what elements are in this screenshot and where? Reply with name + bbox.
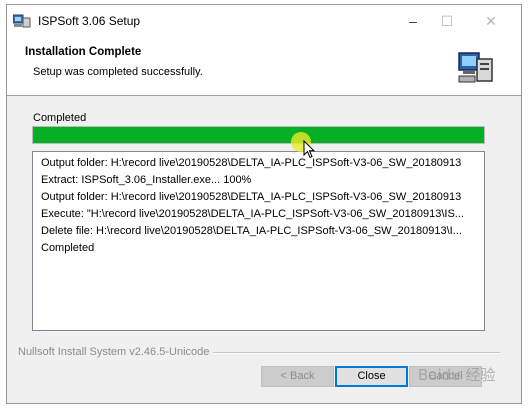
log-line: Output folder: H:\record live\20190528\D…: [41, 157, 462, 169]
mouse-cursor-icon: [303, 140, 315, 159]
installer-computer-icon: [13, 14, 31, 28]
back-button[interactable]: < Back: [261, 366, 334, 387]
progress-bar-fill: [33, 127, 484, 143]
window-title: ISPSoft 3.06 Setup: [38, 14, 141, 28]
maximize-icon[interactable]: ☐: [425, 9, 469, 33]
setup-window: ISPSoft 3.06 Setup – ☐ ✕ Installation Co…: [6, 4, 522, 404]
close-button[interactable]: Close: [335, 366, 408, 387]
installer-branding: Nullsoft Install System v2.46.5-Unicode: [18, 346, 214, 358]
header-title: Installation Complete: [25, 46, 142, 58]
log-line: Delete file: H:\record live\20190528\DEL…: [41, 225, 462, 237]
installer-computer-icon: [458, 52, 493, 83]
log-line: Execute: "H:\record live\20190528\DELTA_…: [41, 208, 464, 220]
log-line: Output folder: H:\record live\20190528\D…: [41, 191, 462, 203]
header-subtitle: Setup was completed successfully.: [33, 66, 203, 78]
header-panel: Installation Complete Setup was complete…: [7, 37, 521, 96]
install-log-list[interactable]: Output folder: H:\record live\20190528\D…: [32, 151, 485, 331]
close-icon[interactable]: ✕: [469, 9, 513, 33]
log-line: Completed: [41, 242, 95, 254]
progress-label: Completed: [33, 112, 87, 124]
watermark-logo: Baidu 经验: [418, 366, 496, 384]
title-bar[interactable]: ISPSoft 3.06 Setup – ☐ ✕: [7, 5, 521, 37]
log-line: Extract: ISPSoft_3.06_Installer.exe... 1…: [41, 174, 252, 186]
progress-bar: [32, 126, 485, 144]
